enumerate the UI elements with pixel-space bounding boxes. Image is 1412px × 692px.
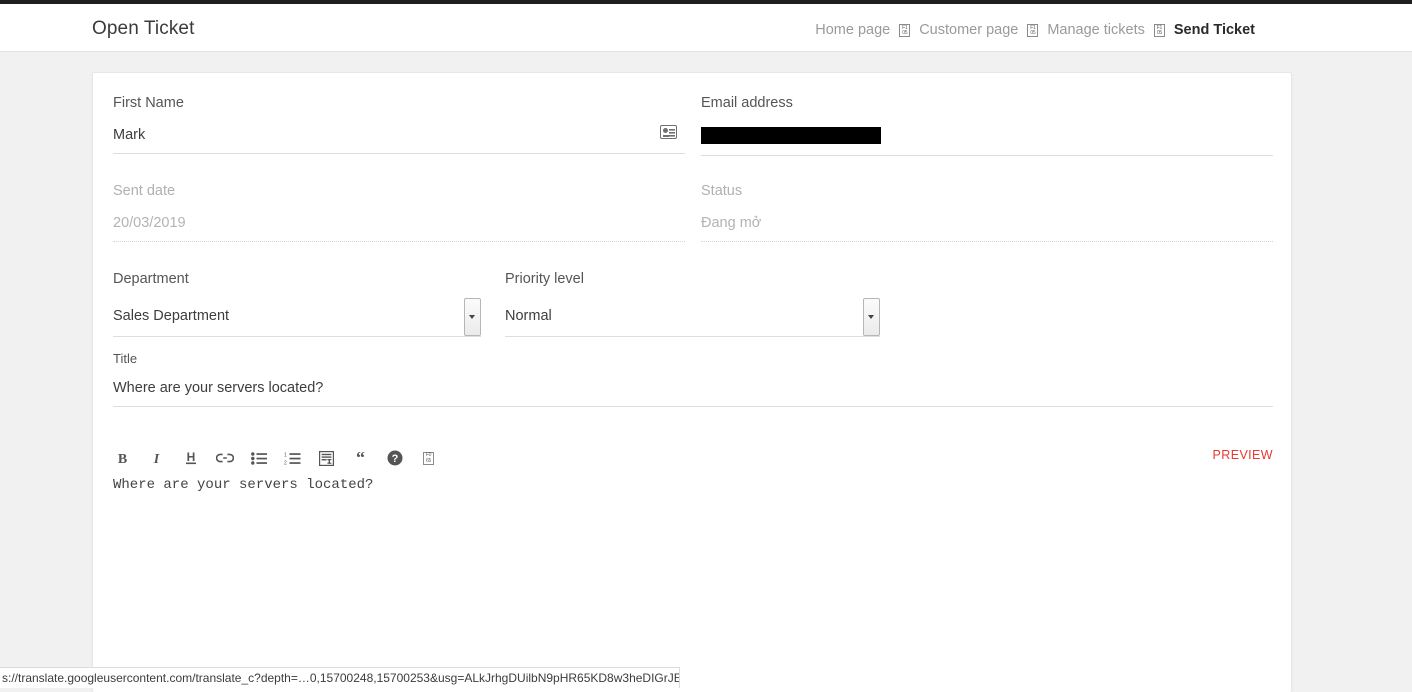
preview-button[interactable]: PREVIEW — [1213, 448, 1273, 462]
editor-toolbar-buttons: BIH12“?F065 — [113, 443, 1273, 473]
department-select[interactable]: Sales Department — [113, 303, 481, 337]
title-value: Where are your servers located? — [113, 380, 323, 396]
sent-date-value: 20/03/2019 — [113, 215, 186, 231]
nav-link-home-page[interactable]: Home page — [815, 22, 890, 38]
app-header: Open Ticket Home page F105 Customer page F1… — [0, 4, 1412, 52]
first-name-label: First Name — [113, 95, 685, 111]
browser-status-bar: s://translate.googleusercontent.com/tran… — [0, 667, 680, 688]
department-selected-value: Sales Department — [113, 303, 481, 324]
svg-text:I: I — [153, 452, 160, 466]
italic-icon[interactable]: I — [147, 448, 166, 468]
angle-right-icon: F105 — [899, 24, 910, 37]
page-title: Open Ticket — [92, 18, 194, 40]
first-name-input[interactable]: Mark — [113, 127, 685, 154]
department-chevron-down-icon[interactable] — [464, 298, 481, 336]
priority-selected-value: Normal — [505, 303, 880, 324]
expand-icon[interactable]: F065 — [419, 448, 438, 468]
title-input[interactable]: Where are your servers located? — [113, 380, 1273, 407]
svg-text:“: “ — [356, 452, 365, 465]
field-priority: Priority level Normal — [505, 271, 880, 337]
svg-text:1: 1 — [284, 452, 287, 458]
email-redaction-bar — [701, 127, 881, 144]
sent-date-label: Sent date — [113, 183, 685, 199]
nav-link-manage-tickets[interactable]: Manage tickets — [1047, 22, 1145, 38]
status-input: Đang mở — [701, 215, 1273, 242]
bulleted-list-icon[interactable] — [249, 448, 268, 468]
nav-link-send-ticket[interactable]: Send Ticket — [1174, 22, 1255, 38]
first-name-value: Mark — [113, 127, 145, 143]
expand-icon: F065 — [423, 452, 434, 465]
contact-card-icon[interactable] — [660, 125, 677, 139]
title-label: Title — [113, 351, 1273, 366]
help-icon[interactable]: ? — [385, 448, 404, 468]
field-title: Title Where are your servers located? — [113, 351, 1273, 407]
svg-text:?: ? — [391, 453, 398, 465]
link-icon[interactable] — [215, 448, 234, 468]
priority-label: Priority level — [505, 271, 880, 287]
breadcrumb-nav: Home page F105 Customer page F105 Manage tic… — [815, 21, 1255, 39]
editor-toolbar: BIH12“?F065 PREVIEW — [113, 443, 1273, 473]
blockquote-icon[interactable]: “ — [351, 448, 370, 468]
priority-chevron-down-icon[interactable] — [863, 298, 880, 336]
angle-right-icon: F105 — [1027, 24, 1038, 37]
svg-text:H: H — [186, 450, 195, 464]
email-label: Email address — [701, 95, 1273, 111]
paragraph-icon[interactable] — [317, 448, 336, 468]
nav-separator-0: F105 — [899, 22, 910, 40]
department-label: Department — [113, 271, 481, 287]
field-sent-date: Sent date 20/03/2019 — [113, 183, 685, 242]
nav-separator-1: F105 — [1027, 22, 1038, 40]
svg-text:B: B — [118, 452, 127, 466]
priority-select[interactable]: Normal — [505, 303, 880, 337]
nav-separator-2: F105 — [1154, 22, 1165, 40]
bold-icon[interactable]: B — [113, 448, 132, 468]
status-value: Đang mở — [701, 215, 761, 231]
svg-text:2: 2 — [284, 460, 287, 464]
sent-date-input: 20/03/2019 — [113, 215, 685, 242]
nav-link-customer-page[interactable]: Customer page — [919, 22, 1018, 38]
field-first-name: First Name Mark — [113, 95, 685, 154]
angle-right-icon: F105 — [1154, 24, 1165, 37]
heading-icon[interactable]: H — [181, 448, 200, 468]
ticket-form-card: First Name Mark Email address Sent date … — [92, 72, 1292, 692]
numbered-list-icon[interactable]: 12 — [283, 448, 302, 468]
status-bar-url: s://translate.googleusercontent.com/tran… — [2, 671, 680, 685]
page-body: First Name Mark Email address Sent date … — [0, 53, 1412, 688]
editor-textarea[interactable]: Where are your servers located? — [113, 475, 1273, 655]
field-email: Email address — [701, 95, 1273, 156]
status-label: Status — [701, 183, 1273, 199]
field-department: Department Sales Department — [113, 271, 481, 337]
field-status: Status Đang mở — [701, 183, 1273, 242]
email-input[interactable] — [701, 127, 1273, 156]
